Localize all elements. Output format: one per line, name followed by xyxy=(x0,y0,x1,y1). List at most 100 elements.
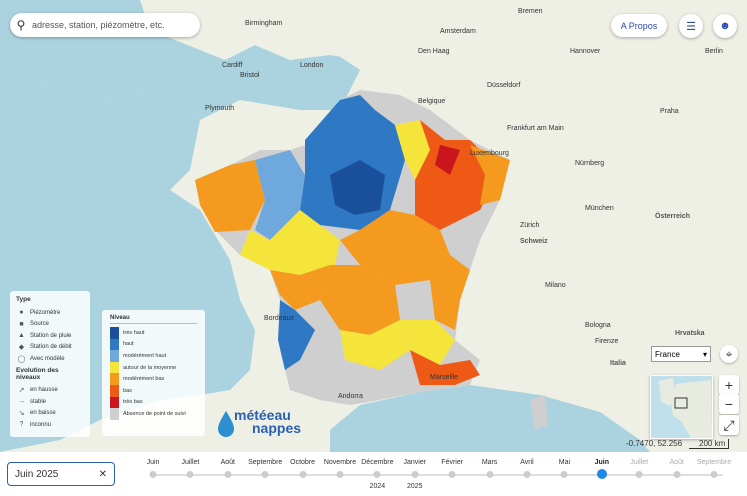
timeline-month[interactable]: Janvier xyxy=(404,459,427,466)
timeline-dot[interactable] xyxy=(560,471,568,478)
legend-row: → stable xyxy=(16,396,84,408)
legend-niveau: Niveau très haut haut modérément haut autou… xyxy=(102,310,205,436)
model-icon: ◯ xyxy=(17,355,26,363)
legend-label: bas xyxy=(123,387,132,394)
map-label: Schweiz xyxy=(520,238,548,245)
timeline-dot[interactable] xyxy=(373,471,381,478)
water-drop-icon xyxy=(218,411,234,437)
timeline-month[interactable]: Août xyxy=(221,459,235,466)
legend-label: haut xyxy=(123,341,134,348)
legend-swatch xyxy=(110,373,119,385)
timeline-dot[interactable] xyxy=(486,471,494,478)
zoom-in-button[interactable]: + xyxy=(719,375,739,395)
legend-row: ◆ Station de débit xyxy=(16,342,84,354)
zoom-out-button[interactable]: − xyxy=(719,394,739,414)
legend-label: autour de la moyenne xyxy=(123,364,177,371)
timeline-dot[interactable] xyxy=(635,471,643,478)
legend-niveau-row: haut xyxy=(110,338,197,351)
apropos-button[interactable]: A Propos xyxy=(611,14,667,37)
map-label: Österreich xyxy=(655,213,691,220)
legend-niveau-row: très haut xyxy=(110,327,197,339)
timeline-dot[interactable] xyxy=(224,471,232,478)
search-bar[interactable]: ⚲ adresse, station, piézomètre, etc. xyxy=(10,13,200,37)
timeline-dot[interactable] xyxy=(710,471,718,478)
map-label: Nürnberg xyxy=(575,160,605,167)
legend-swatch xyxy=(110,384,119,397)
legend-niveau-row: Absence de point de suivi xyxy=(110,408,197,420)
legend-label: très bas xyxy=(123,399,143,406)
map-label: Cardiff xyxy=(222,62,243,69)
legend-row: ↗ en hausse xyxy=(16,385,84,397)
legend-row: ? inconnu xyxy=(16,419,84,431)
timeline-current-dot[interactable] xyxy=(596,469,607,479)
falling-icon: ↘ xyxy=(18,410,25,418)
timeline-dot[interactable] xyxy=(261,471,269,478)
layers-icon: ☰ xyxy=(686,20,696,33)
timeline-month[interactable]: Juin xyxy=(595,459,609,466)
map-label: Düsseldorf xyxy=(487,82,521,89)
legend-row: ■ Source xyxy=(16,319,84,331)
stable-icon: → xyxy=(18,398,25,406)
timeline-dot[interactable] xyxy=(336,471,344,478)
legend-niveau-row: très bas xyxy=(110,396,197,409)
map-label: Hrvatska xyxy=(675,330,705,337)
legend-row: ↘ en baisse xyxy=(16,408,84,420)
timeline-month[interactable]: Juillet xyxy=(630,459,648,466)
legend-label: Station de débit xyxy=(30,344,72,351)
map-label: Bordeaux xyxy=(264,315,294,322)
chevron-down-icon: ▾ xyxy=(702,349,707,359)
map-label: Plymouth xyxy=(205,105,235,112)
timeline-month[interactable]: Mai xyxy=(559,459,570,466)
timeline-dot[interactable] xyxy=(673,471,681,478)
map-label: Milano xyxy=(545,282,566,289)
timeline-dot[interactable] xyxy=(523,471,531,478)
legend-row: ● Piézomètre xyxy=(16,307,84,319)
timeline-month[interactable]: Avril xyxy=(520,459,533,466)
clear-icon[interactable]: ✕ xyxy=(99,469,107,480)
timeline-dot[interactable] xyxy=(448,471,456,478)
user-button[interactable]: ☻ xyxy=(713,14,737,38)
timeline-month[interactable]: Octobre xyxy=(290,459,315,466)
timeline-month[interactable]: Août xyxy=(669,459,683,466)
legend-niveau-row: modérément haut xyxy=(110,350,197,362)
legend-label: inconnu xyxy=(30,421,52,428)
timeline-month[interactable]: Février xyxy=(441,459,463,466)
timeline-month[interactable]: Juin xyxy=(147,459,160,466)
timeline-year: 2025 xyxy=(407,483,423,490)
search-input[interactable]: adresse, station, piézomètre, etc. xyxy=(32,20,165,30)
locate-button[interactable]: ⌖ xyxy=(720,345,738,363)
map-label: Firenze xyxy=(595,338,619,345)
search-icon[interactable]: ⚲ xyxy=(10,18,32,32)
timeline-month[interactable]: Novembre xyxy=(324,459,356,466)
country-select-value: France xyxy=(655,349,680,359)
map-label: Luxembourg xyxy=(470,150,509,157)
timeline-dot[interactable] xyxy=(411,471,419,478)
country-select[interactable]: France ▾ xyxy=(651,346,711,362)
timeline-month[interactable]: Mars xyxy=(482,459,498,466)
timeline-month[interactable]: Septembre xyxy=(697,459,731,466)
timeline-bar: Juin 2025 ✕ Juin Juillet Août Septembre Octo… xyxy=(0,452,747,496)
legend-niveau-row: modérément bas xyxy=(110,373,197,385)
minimap[interactable] xyxy=(650,375,713,439)
timeline-dot[interactable] xyxy=(186,471,194,478)
legend-label: Source xyxy=(30,321,50,328)
legend-label: modérément bas xyxy=(123,376,165,383)
timeline-dot[interactable] xyxy=(149,471,157,478)
coordinates-readout: -0.7470, 52.256 xyxy=(626,439,683,448)
legend-row: ◯ Avec modèle xyxy=(16,353,84,365)
timeline-month[interactable]: Décembre xyxy=(361,459,393,466)
legend-swatch xyxy=(110,338,119,351)
timeline-month[interactable]: Septembre xyxy=(248,459,282,466)
legend-label: modérément haut xyxy=(123,352,167,359)
map-label: Birmingham xyxy=(245,20,283,27)
date-input[interactable]: Juin 2025 ✕ xyxy=(7,462,115,486)
fullscreen-button[interactable]: ⤢ xyxy=(719,415,739,435)
layers-button[interactable]: ☰ xyxy=(679,14,703,38)
timeline-month[interactable]: Juillet xyxy=(181,459,199,466)
legend-label: stable xyxy=(30,398,47,405)
legend-label: Piézomètre xyxy=(30,309,61,316)
timeline-dot[interactable] xyxy=(299,471,307,478)
crosshair-icon: ⌖ xyxy=(725,346,733,361)
map-label: London xyxy=(300,62,324,69)
legend-label: en baisse xyxy=(30,410,56,417)
